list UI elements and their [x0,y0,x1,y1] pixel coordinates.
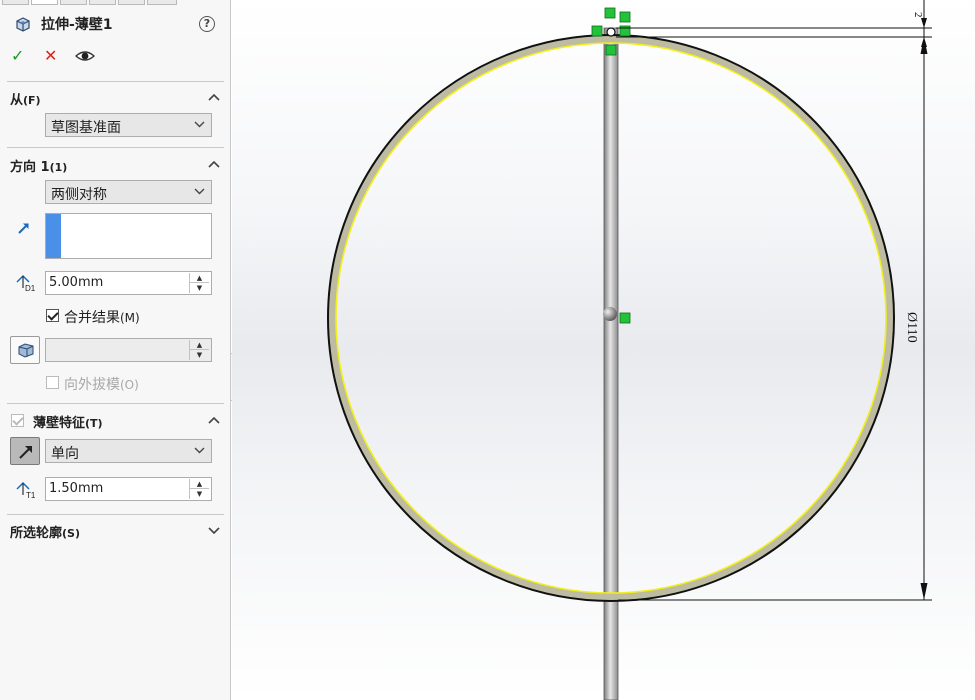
chevron-down-icon[interactable] [207,525,221,535]
chevron-down-icon [194,121,205,128]
graphics-viewport[interactable]: 2 Ø110 [232,0,975,700]
svg-text:D1: D1 [25,284,36,293]
merge-result-label: 合并结果(M) [64,310,140,326]
chevron-up-icon[interactable] [207,159,221,169]
thin-feature-section-title[interactable]: 薄壁特征(T) [33,412,103,431]
thickness-dimension-text[interactable]: 2 [912,12,924,18]
direction-reference-selection-box[interactable] [45,213,212,259]
reverse-direction-icon [19,446,32,459]
selected-contours-section-title[interactable]: 所选轮廓(S) [10,522,80,541]
thickness-input[interactable]: 1.50mm ▲ ▼ [45,477,212,501]
feature-title: 拉伸-薄壁1 [41,17,113,33]
preview-eye-icon[interactable] [75,47,95,65]
center-point[interactable] [603,307,617,321]
section-divider [7,81,224,82]
depth-spin-buttons[interactable]: ▲ ▼ [189,273,209,293]
help-icon[interactable]: ? [199,16,215,32]
model-canvas[interactable]: 2 Ø110 [232,0,975,700]
thickness-spin-buttons[interactable]: ▲ ▼ [189,479,209,499]
depth-input[interactable]: 5.00mm ▲ ▼ [45,271,212,295]
draft-outward-label: 向外拔模(O) [64,377,139,393]
relation-marker[interactable] [619,312,631,324]
draft-icon [18,343,34,358]
svg-text:T1: T1 [26,491,36,500]
relation-marker[interactable] [619,11,631,23]
direction1-section-title[interactable]: 方向 1(1) [10,156,67,175]
relation-marker[interactable] [604,7,616,19]
depth-dimension-icon: D1 [16,274,36,293]
thin-feature-checkbox[interactable] [11,414,24,427]
ok-checkmark-button[interactable]: ✓ [11,48,24,64]
chevron-down-icon [194,447,205,454]
section-divider [7,403,224,404]
extrude-feature-icon [16,17,30,32]
end-condition-dropdown[interactable]: 两侧对称 [45,180,212,204]
reverse-direction-button[interactable] [10,437,40,465]
chevron-up-icon[interactable] [207,415,221,425]
relation-marker[interactable] [591,25,603,37]
draft-outward-checkbox[interactable] [46,376,59,389]
thin-type-dropdown[interactable]: 单向 [45,439,212,463]
start-condition-dropdown[interactable]: 草图基准面 [45,113,212,137]
draft-toggle-button[interactable] [10,336,40,364]
diameter-dimension-text[interactable]: Ø110 [904,312,919,343]
relation-marker[interactable] [605,44,617,56]
selection-focus-indicator [46,214,61,258]
section-divider [7,147,224,148]
chevron-down-icon [194,188,205,195]
property-manager-panel: 拉伸-薄壁1 ? ✓ ✕ 从(F) 草图基准面 方向 1(1) 两侧对称 D1 … [0,0,231,700]
from-section-title[interactable]: 从(F) [10,89,41,108]
section-divider [7,514,224,515]
panel-tab-strip[interactable] [0,0,231,6]
direction-arrow-icon[interactable] [16,220,32,236]
thickness-dimension[interactable]: 2 [616,0,932,60]
thickness-dimension-icon: T1 [16,481,36,500]
chevron-up-icon[interactable] [207,92,221,102]
draft-angle-input[interactable]: ▲ ▼ [45,338,212,362]
merge-result-checkbox[interactable] [46,309,59,322]
diameter-dimension[interactable]: Ø110 [618,36,932,601]
endpoint-handle[interactable] [606,27,616,37]
draft-angle-spin-buttons[interactable]: ▲ ▼ [189,340,209,360]
cancel-button[interactable]: ✕ [44,48,57,64]
